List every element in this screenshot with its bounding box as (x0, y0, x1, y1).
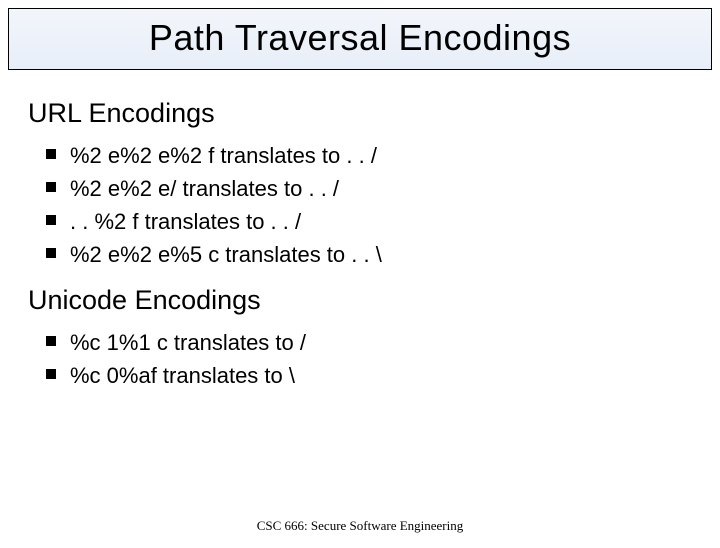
slide-title: Path Traversal Encodings (9, 17, 711, 59)
unicode-encodings-list: %c 1%1 c translates to / %c 0%af transla… (28, 326, 692, 392)
bullet-icon (46, 149, 56, 159)
bullet-icon (46, 215, 56, 225)
list-item: %c 1%1 c translates to / (70, 326, 692, 359)
slide-footer: CSC 666: Secure Software Engineering (0, 518, 720, 534)
list-item: . . %2 f translates to . . / (70, 205, 692, 238)
list-item: %2 e%2 e/ translates to . . / (70, 172, 692, 205)
list-item: %c 0%af translates to \ (70, 359, 692, 392)
bullet-icon (46, 369, 56, 379)
section-heading-unicode: Unicode Encodings (28, 285, 692, 316)
bullet-icon (46, 182, 56, 192)
list-item: %2 e%2 e%5 c translates to . . \ (70, 238, 692, 271)
list-item-text: %2 e%2 e/ translates to . . / (70, 176, 339, 201)
bullet-icon (46, 336, 56, 346)
list-item-text: %2 e%2 e%5 c translates to . . \ (70, 242, 382, 267)
bullet-icon (46, 248, 56, 258)
list-item-text: . . %2 f translates to . . / (70, 209, 301, 234)
list-item-text: %c 1%1 c translates to / (70, 330, 306, 355)
list-item: %2 e%2 e%2 f translates to . . / (70, 139, 692, 172)
list-item-text: %c 0%af translates to \ (70, 363, 295, 388)
slide-content: URL Encodings %2 e%2 e%2 f translates to… (0, 70, 720, 392)
list-item-text: %2 e%2 e%2 f translates to . . / (70, 143, 377, 168)
title-bar: Path Traversal Encodings (8, 8, 712, 70)
section-heading-url: URL Encodings (28, 98, 692, 129)
url-encodings-list: %2 e%2 e%2 f translates to . . / %2 e%2 … (28, 139, 692, 271)
